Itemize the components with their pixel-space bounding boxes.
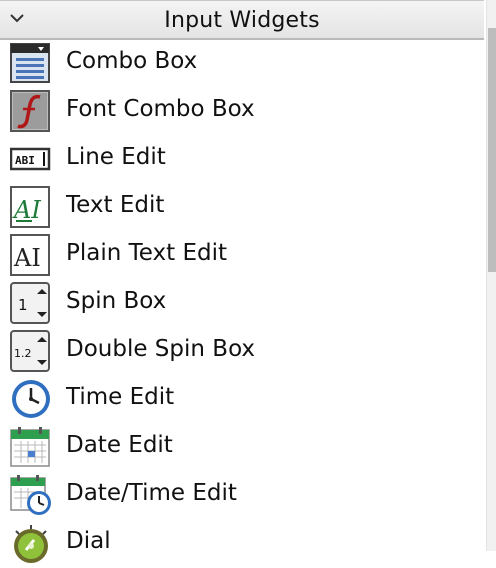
list-item-font-combo-box[interactable]: Font Combo Box <box>0 88 484 136</box>
item-label: Text Edit <box>66 192 165 218</box>
spin-box-icon-text: 1 <box>18 296 28 314</box>
date-edit-icon <box>10 426 52 468</box>
list-item-spin-box[interactable]: 1 Spin Box <box>0 280 484 328</box>
section-header-input-widgets[interactable]: Input Widgets <box>0 0 484 40</box>
item-label: Date Edit <box>66 432 173 458</box>
text-edit-icon-text: AI <box>12 196 41 224</box>
item-label: Date/Time Edit <box>66 480 237 506</box>
list-item-dial[interactable]: Dial <box>0 520 484 568</box>
item-label: Plain Text Edit <box>66 240 227 266</box>
item-label: Time Edit <box>66 384 175 410</box>
line-edit-icon-text: ABI <box>15 154 35 167</box>
list-item-date-edit[interactable]: Date Edit <box>0 424 484 472</box>
item-label: Line Edit <box>66 144 166 170</box>
double-spin-box-icon: 1.2 <box>10 330 52 372</box>
scrollbar-thumb[interactable] <box>488 28 496 272</box>
list-item-time-edit[interactable]: Time Edit <box>0 376 484 424</box>
item-label: Font Combo Box <box>66 96 255 122</box>
combo-box-icon <box>10 42 52 84</box>
line-edit-icon: ABI <box>10 138 52 180</box>
dial-icon <box>10 522 52 564</box>
list-item-text-edit[interactable]: AI Text Edit <box>0 184 484 232</box>
item-label: Combo Box <box>66 48 198 74</box>
plain-text-edit-icon-text: AI <box>13 244 41 272</box>
section-title: Input Widgets <box>164 8 320 33</box>
list-item-plain-text-edit[interactable]: AI Plain Text Edit <box>0 232 484 280</box>
date-time-edit-icon <box>10 474 52 516</box>
list-item-double-spin-box[interactable]: 1.2 Double Spin Box <box>0 328 484 376</box>
list-item-date-time-edit[interactable]: Date/Time Edit <box>0 472 484 520</box>
plain-text-edit-icon: AI <box>10 234 52 276</box>
list-item-combo-box[interactable]: Combo Box <box>0 40 484 88</box>
item-label: Double Spin Box <box>66 336 256 362</box>
item-label: Dial <box>66 528 111 554</box>
list-item-line-edit[interactable]: ABI Line Edit <box>0 136 484 184</box>
vertical-scrollbar[interactable] <box>486 0 496 551</box>
text-edit-icon: AI <box>10 186 52 228</box>
item-label: Spin Box <box>66 288 167 314</box>
spin-box-icon: 1 <box>10 282 52 324</box>
time-edit-icon <box>10 378 52 420</box>
double-spin-box-icon-text: 1.2 <box>14 347 32 360</box>
font-combo-box-icon <box>10 90 52 132</box>
